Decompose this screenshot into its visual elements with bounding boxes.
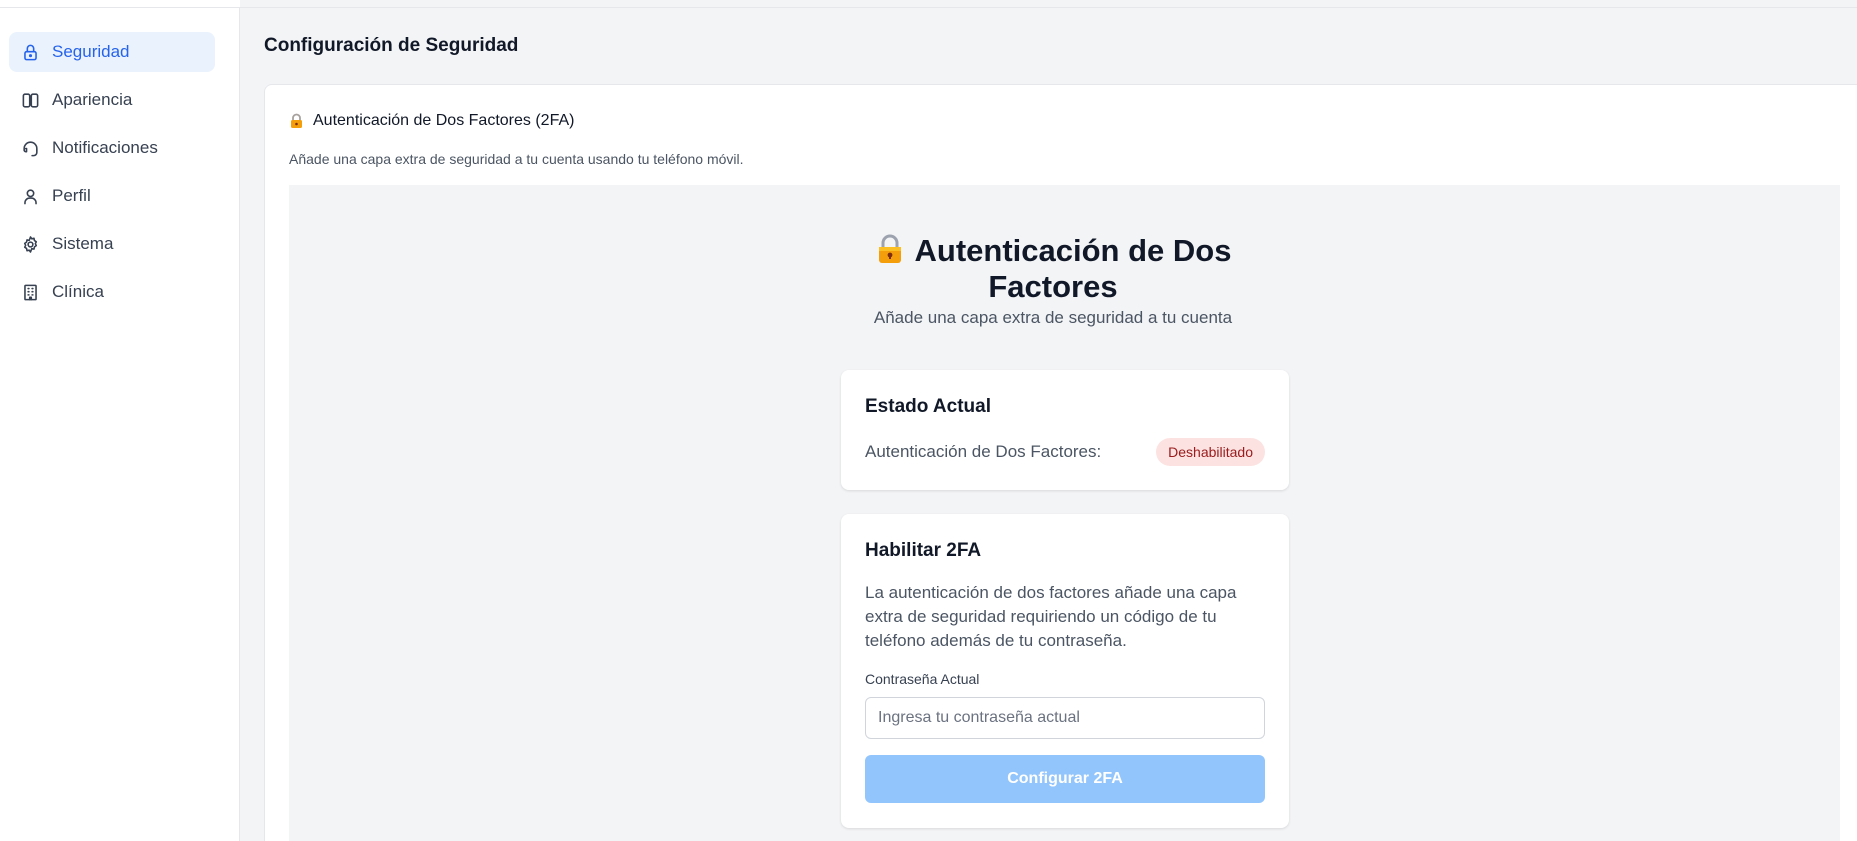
gear-icon	[20, 234, 40, 254]
status-label: Autenticación de Dos Factores:	[865, 442, 1102, 461]
top-border	[0, 0, 1857, 8]
sidebar-item-label: Seguridad	[52, 42, 130, 61]
hero-subtitle: Añade una capa extra de seguridad a tu c…	[873, 308, 1233, 327]
sidebar-item-clinica[interactable]: Clínica	[9, 272, 215, 312]
card-subtitle: Añade una capa extra de seguridad a tu c…	[289, 151, 744, 167]
hero-title-text: Autenticación de Dos Factores	[914, 233, 1232, 304]
sidebar-item-apariencia[interactable]: Apariencia	[9, 80, 215, 120]
two-factor-card: Autenticación de Dos Factores (2FA) Añad…	[264, 84, 1857, 841]
locked-with-key-icon	[289, 113, 304, 129]
enable-2fa-box: Habilitar 2FA La autenticación de dos fa…	[841, 514, 1289, 828]
lock-icon	[20, 42, 40, 62]
card-header: Autenticación de Dos Factores (2FA)	[289, 112, 574, 130]
hero-title: Autenticación de Dos Factores	[853, 233, 1253, 305]
configure-2fa-button[interactable]: Configurar 2FA	[865, 755, 1265, 803]
sidebar-item-label: Clínica	[52, 282, 104, 301]
top-border-left	[0, 0, 240, 8]
status-row: Autenticación de Dos Factores: Deshabili…	[865, 438, 1265, 466]
card-title: Autenticación de Dos Factores (2FA)	[313, 112, 575, 129]
sidebar-item-seguridad[interactable]: Seguridad	[9, 32, 215, 72]
sidebar-item-label: Sistema	[52, 234, 114, 253]
status-title: Estado Actual	[865, 396, 991, 417]
locked-with-key-icon	[875, 233, 905, 265]
building-icon	[20, 282, 40, 302]
main-content: Configuración de Seguridad Autenticación…	[241, 8, 1857, 841]
sidebar-item-sistema[interactable]: Sistema	[9, 224, 215, 264]
headset-icon	[20, 138, 40, 158]
current-password-input[interactable]	[865, 697, 1265, 739]
sidebar-item-label: Apariencia	[52, 90, 133, 109]
sidebar-item-label: Perfil	[52, 186, 91, 205]
password-label: Contraseña Actual	[865, 671, 980, 687]
sidebar-item-notificaciones[interactable]: Notificaciones	[9, 128, 215, 168]
two-factor-panel: Autenticación de Dos Factores Añade una …	[289, 185, 1840, 841]
sidebar-item-label: Notificaciones	[52, 138, 158, 157]
status-box: Estado Actual Autenticación de Dos Facto…	[841, 370, 1289, 490]
enable-description: La autenticación de dos factores añade u…	[865, 583, 1237, 650]
app-root: Seguridad Apariencia Notificaciones Perf…	[0, 0, 1857, 841]
columns-icon	[20, 90, 40, 110]
page-title: Configuración de Seguridad	[264, 35, 519, 56]
sidebar-item-perfil[interactable]: Perfil	[9, 176, 215, 216]
enable-title: Habilitar 2FA	[865, 540, 982, 561]
status-badge: Deshabilitado	[1156, 438, 1265, 466]
user-icon	[20, 186, 40, 206]
sidebar: Seguridad Apariencia Notificaciones Perf…	[0, 0, 240, 841]
